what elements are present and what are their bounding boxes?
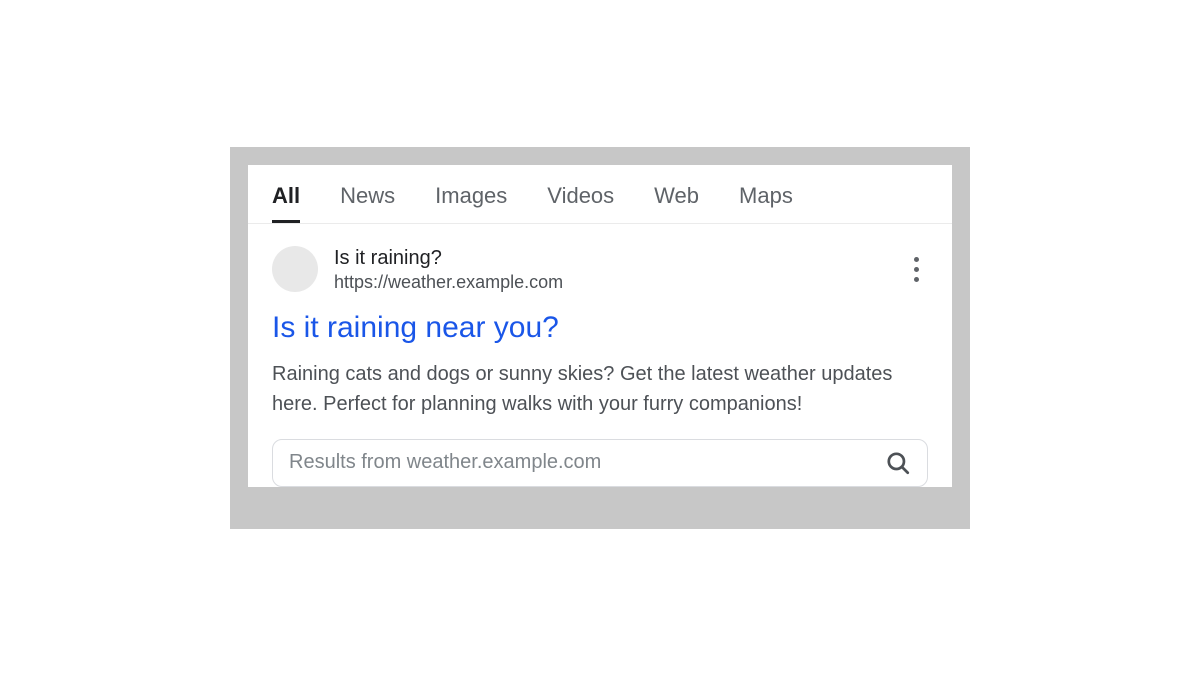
search-tabs: All News Images Videos Web Maps	[248, 165, 952, 224]
search-icon[interactable]	[885, 450, 911, 476]
tab-maps[interactable]: Maps	[739, 183, 793, 209]
result-header: Is it raining? https://weather.example.c…	[272, 246, 928, 293]
tab-all[interactable]: All	[272, 183, 300, 209]
tab-images[interactable]: Images	[435, 183, 507, 209]
site-name: Is it raining?	[334, 246, 888, 270]
tab-news[interactable]: News	[340, 183, 395, 209]
outer-frame: All News Images Videos Web Maps Is it ra…	[230, 147, 970, 529]
sitelinks-search-input[interactable]	[289, 451, 885, 474]
search-result: Is it raining? https://weather.example.c…	[248, 224, 952, 487]
favicon-placeholder	[272, 246, 318, 292]
more-options-button[interactable]	[904, 250, 928, 290]
tab-web[interactable]: Web	[654, 183, 699, 209]
tab-videos[interactable]: Videos	[547, 183, 614, 209]
result-meta: Is it raining? https://weather.example.c…	[334, 246, 888, 293]
result-snippet: Raining cats and dogs or sunny skies? Ge…	[272, 359, 928, 419]
search-result-panel: All News Images Videos Web Maps Is it ra…	[248, 165, 952, 487]
result-title-link[interactable]: Is it raining near you?	[272, 311, 928, 345]
sitelinks-search-box[interactable]	[272, 439, 928, 487]
site-url: https://weather.example.com	[334, 272, 888, 293]
